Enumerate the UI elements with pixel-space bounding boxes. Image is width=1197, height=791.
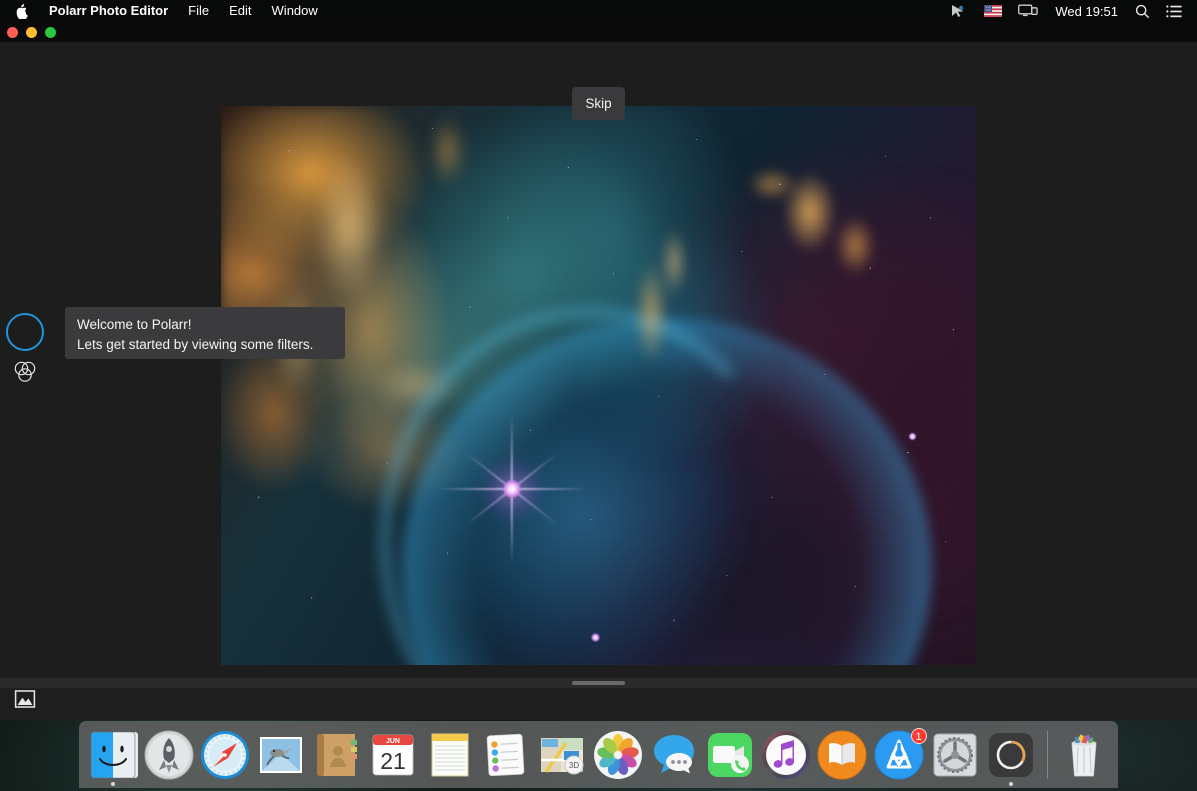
calendar-month: JUN bbox=[386, 738, 400, 745]
menu-edit[interactable]: Edit bbox=[219, 0, 261, 22]
dock-item-calendar[interactable]: JUN 21 bbox=[366, 725, 422, 788]
dock-item-trash[interactable] bbox=[1056, 725, 1112, 788]
tooltip-line-1: Welcome to Polarr! bbox=[77, 315, 333, 335]
dock-item-system-preferences[interactable] bbox=[927, 725, 983, 788]
window-controls bbox=[7, 27, 56, 38]
dock-item-contacts[interactable] bbox=[309, 725, 365, 788]
menu-file[interactable]: File bbox=[178, 0, 219, 22]
dock-item-itunes[interactable] bbox=[758, 725, 814, 788]
dock-item-maps[interactable]: 3D bbox=[534, 725, 590, 788]
dock-item-facetime[interactable] bbox=[702, 725, 758, 788]
us-flag-icon[interactable] bbox=[977, 0, 1009, 22]
menu-bar-clock[interactable]: Wed 19:51 bbox=[1047, 4, 1126, 19]
skip-button[interactable]: Skip bbox=[572, 87, 625, 120]
nebula-grain-overlay bbox=[221, 106, 976, 665]
apple-logo-icon[interactable] bbox=[0, 0, 39, 22]
photo-stage: Skip bbox=[0, 42, 1197, 678]
dock-running-indicator bbox=[1009, 782, 1013, 786]
maximize-button[interactable] bbox=[45, 27, 56, 38]
list-menu-icon[interactable] bbox=[1159, 0, 1189, 22]
dock-running-indicator bbox=[111, 782, 115, 786]
dock-item-messages[interactable] bbox=[646, 725, 702, 788]
bubble-nebula-photo[interactable] bbox=[221, 106, 976, 665]
dock-item-notes[interactable] bbox=[422, 725, 478, 788]
app-store-badge: 1 bbox=[911, 728, 927, 744]
panel-resize-handle[interactable] bbox=[572, 681, 625, 685]
svg-text:3D: 3D bbox=[569, 761, 579, 770]
dock-item-safari[interactable] bbox=[197, 725, 253, 788]
close-button[interactable] bbox=[7, 27, 18, 38]
window-title-bar bbox=[0, 22, 1197, 42]
screen-sharing-icon[interactable] bbox=[1011, 0, 1045, 22]
menu-bar-status-area: Wed 19:51 bbox=[944, 0, 1197, 22]
filters-overlapping-circles-icon[interactable] bbox=[12, 360, 38, 384]
tutorial-tooltip: Welcome to Polarr! Lets get started by v… bbox=[65, 307, 345, 359]
dock-item-polarr[interactable] bbox=[983, 725, 1039, 788]
search-icon[interactable] bbox=[1128, 0, 1157, 22]
tooltip-line-2: Lets get started by viewing some filters… bbox=[77, 335, 333, 355]
photo-thumbnail-icon[interactable] bbox=[14, 688, 36, 710]
calendar-day: 21 bbox=[380, 748, 406, 774]
dock-item-photos[interactable] bbox=[590, 725, 646, 788]
dock-divider bbox=[1047, 731, 1048, 779]
menu-bar: Polarr Photo Editor File Edit Window Wed… bbox=[0, 0, 1197, 22]
dock-item-reminders[interactable] bbox=[478, 725, 534, 788]
menu-bar-left: Polarr Photo Editor File Edit Window bbox=[0, 0, 328, 22]
dock-item-finder[interactable] bbox=[85, 725, 141, 788]
polarr-app-window: Skip bbox=[0, 22, 1197, 720]
panel-splitter bbox=[0, 678, 1197, 688]
dock: JUN 21 bbox=[79, 721, 1118, 788]
minimize-button[interactable] bbox=[26, 27, 37, 38]
screen: Polarr Photo Editor File Edit Window Wed… bbox=[0, 0, 1197, 791]
tutorial-spotlight-ring bbox=[6, 313, 44, 351]
dock-item-mail[interactable] bbox=[253, 725, 309, 788]
menu-app-name[interactable]: Polarr Photo Editor bbox=[39, 0, 178, 22]
dock-item-app-store[interactable]: 1 bbox=[871, 725, 927, 788]
dock-item-launchpad[interactable] bbox=[141, 725, 197, 788]
dock-item-ibooks[interactable] bbox=[814, 725, 870, 788]
cursor-pointer-icon[interactable] bbox=[944, 0, 975, 22]
menu-window[interactable]: Window bbox=[262, 0, 328, 22]
filter-strip-panel bbox=[0, 688, 1197, 720]
